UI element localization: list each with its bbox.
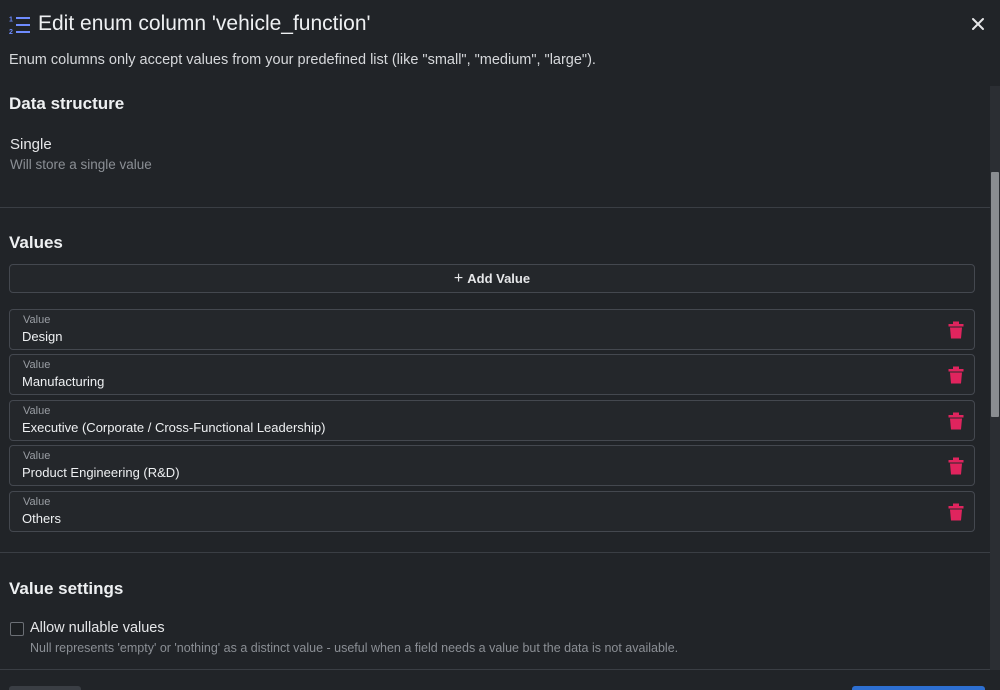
scrollbar[interactable] bbox=[990, 86, 1000, 670]
section-divider bbox=[0, 552, 990, 553]
trash-icon[interactable] bbox=[948, 366, 964, 384]
value-input[interactable]: Product Engineering (R&D) bbox=[22, 465, 180, 480]
value-caption: Value bbox=[23, 496, 51, 508]
value-caption: Value bbox=[23, 450, 51, 462]
value-input[interactable]: Manufacturing bbox=[22, 374, 104, 389]
data-structure-heading: Data structure bbox=[9, 94, 125, 113]
value-row[interactable]: Value Executive (Corporate / Cross-Funct… bbox=[9, 400, 975, 441]
value-row[interactable]: Value Manufacturing bbox=[9, 354, 975, 395]
list-ordered-icon: 1 2 bbox=[9, 17, 30, 35]
value-input[interactable]: Executive (Corporate / Cross-Functional … bbox=[22, 420, 325, 435]
values-heading: Values bbox=[9, 233, 63, 252]
value-row[interactable]: Value Others bbox=[9, 491, 975, 532]
value-settings-heading: Value settings bbox=[9, 579, 124, 598]
dialog-description: Enum columns only accept values from you… bbox=[9, 52, 596, 68]
value-caption: Value bbox=[23, 314, 51, 326]
dialog-title: Edit enum column 'vehicle_function' bbox=[38, 12, 371, 35]
trash-icon[interactable] bbox=[948, 503, 964, 521]
footer-divider bbox=[0, 669, 990, 670]
single-option-label[interactable]: Single bbox=[10, 136, 52, 153]
nullable-checkbox[interactable] bbox=[10, 622, 24, 636]
trash-icon[interactable] bbox=[948, 412, 964, 430]
value-row[interactable]: Value Design bbox=[9, 309, 975, 350]
value-input[interactable]: Design bbox=[22, 329, 62, 344]
cancel-button[interactable] bbox=[9, 686, 81, 690]
add-value-label: Add Value bbox=[467, 271, 531, 286]
svg-text:2: 2 bbox=[9, 29, 13, 35]
value-input[interactable]: Others bbox=[22, 511, 61, 526]
svg-text:1: 1 bbox=[9, 17, 13, 24]
close-icon[interactable] bbox=[968, 14, 988, 34]
trash-icon[interactable] bbox=[948, 321, 964, 339]
nullable-label[interactable]: Allow nullable values bbox=[30, 620, 165, 636]
nullable-help-text: Null represents 'empty' or 'nothing' as … bbox=[30, 641, 679, 655]
scrollbar-thumb[interactable] bbox=[991, 172, 999, 417]
value-caption: Value bbox=[23, 405, 51, 417]
single-option-help: Will store a single value bbox=[10, 157, 152, 172]
dialog-header: 1 2 Edit enum column 'vehicle_function' bbox=[0, 0, 1000, 50]
value-row[interactable]: Value Product Engineering (R&D) bbox=[9, 445, 975, 486]
save-button[interactable] bbox=[852, 686, 985, 690]
section-divider bbox=[0, 207, 990, 208]
plus-icon: + bbox=[453, 269, 464, 287]
add-value-button[interactable]: + Add Value bbox=[9, 264, 975, 293]
trash-icon[interactable] bbox=[948, 457, 964, 475]
value-caption: Value bbox=[23, 359, 51, 371]
